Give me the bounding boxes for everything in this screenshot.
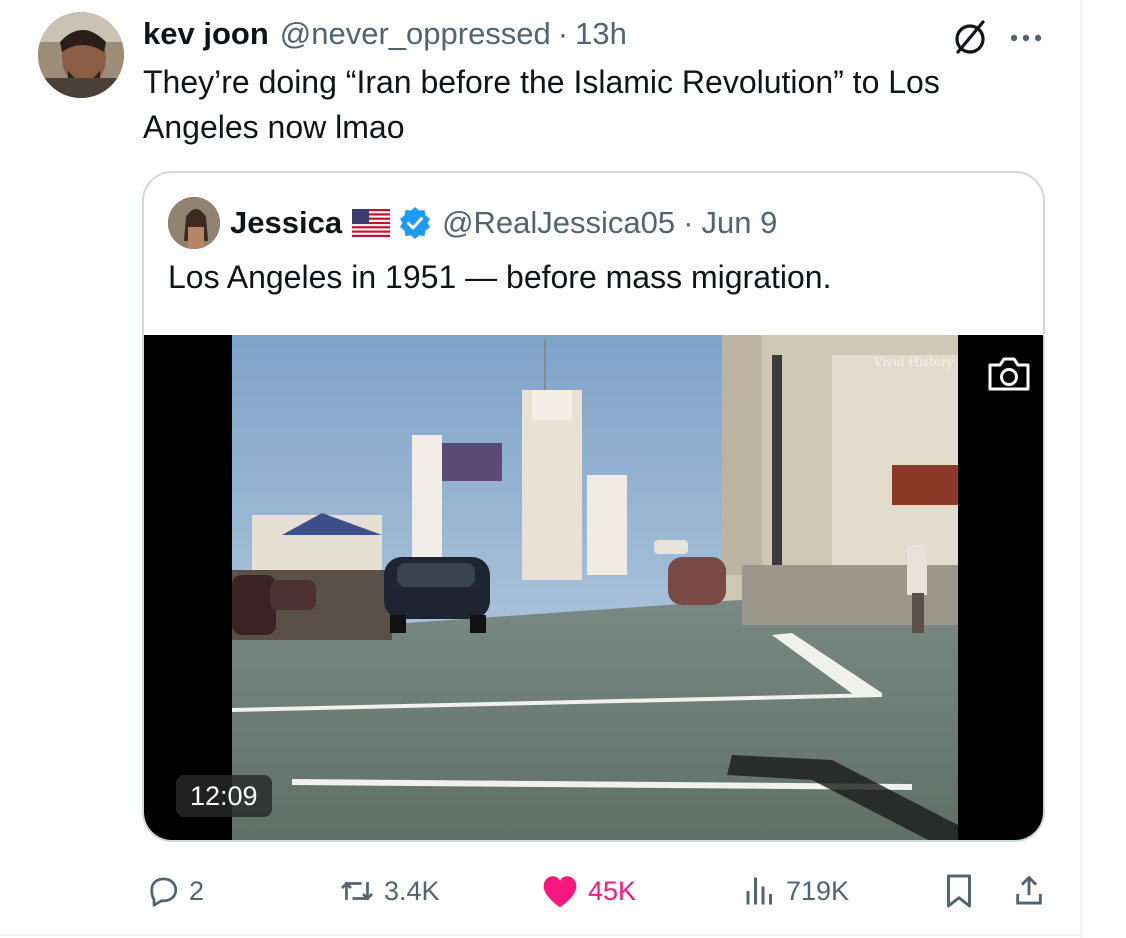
video-watermark: Vivid History <box>874 355 954 369</box>
quoted-timestamp[interactable]: Jun 9 <box>701 205 777 241</box>
grok-icon[interactable] <box>950 18 990 58</box>
bookmark-icon <box>947 874 971 908</box>
reply-icon <box>150 877 178 907</box>
share-icon <box>1016 875 1042 905</box>
views-button[interactable]: 719K <box>742 864 849 918</box>
quoted-author-handle[interactable]: @RealJessica05 <box>442 205 675 241</box>
quoted-tweet[interactable]: Jessica @RealJessica05 · Jun 9 Los Angel… <box>142 171 1045 842</box>
verified-badge-icon[interactable] <box>398 206 432 240</box>
tweet-text: They’re doing “Iran before the Islamic R… <box>143 64 940 145</box>
separator-dot: · <box>683 205 694 240</box>
quoted-author-avatar[interactable] <box>168 197 220 249</box>
us-flag-icon <box>352 209 391 237</box>
share-button[interactable] <box>1012 864 1054 918</box>
like-button[interactable]: 45K <box>540 864 636 918</box>
repost-icon <box>341 881 373 901</box>
reply-count: 2 <box>189 875 205 906</box>
video-player[interactable]: Vivid History 12:09 <box>144 335 1043 840</box>
tweet-header: kev joon @never_oppressed · 13h <box>143 14 627 54</box>
quoted-author-name[interactable]: Jessica <box>230 205 342 241</box>
separator-dot: · <box>557 16 569 51</box>
tweet-timestamp[interactable]: 13h <box>575 16 627 52</box>
timeline-divider <box>1080 0 1082 938</box>
views-icon <box>746 877 772 905</box>
repost-button[interactable]: 3.4K <box>338 864 440 918</box>
author-avatar[interactable] <box>38 12 124 98</box>
like-icon <box>543 876 577 908</box>
video-frame <box>232 335 958 840</box>
more-icon[interactable] <box>1004 18 1048 58</box>
author-name[interactable]: kev joon <box>143 16 269 52</box>
video-duration: 12:09 <box>176 775 272 817</box>
quoted-header: Jessica @RealJessica05 · Jun 9 <box>230 201 777 245</box>
camera-icon[interactable] <box>984 353 1034 395</box>
views-count: 719K <box>786 875 850 906</box>
author-handle[interactable]: @never_oppressed <box>280 16 551 52</box>
like-count: 45K <box>588 875 637 906</box>
tweet-divider <box>0 934 1082 936</box>
bookmark-button[interactable] <box>943 864 983 918</box>
quoted-text: Los Angeles in 1951 — before mass migrat… <box>168 259 832 295</box>
tweet-actions: 2 3.4K 45K 719K <box>0 864 1080 918</box>
reply-button[interactable]: 2 <box>145 864 204 918</box>
repost-count: 3.4K <box>384 875 440 906</box>
